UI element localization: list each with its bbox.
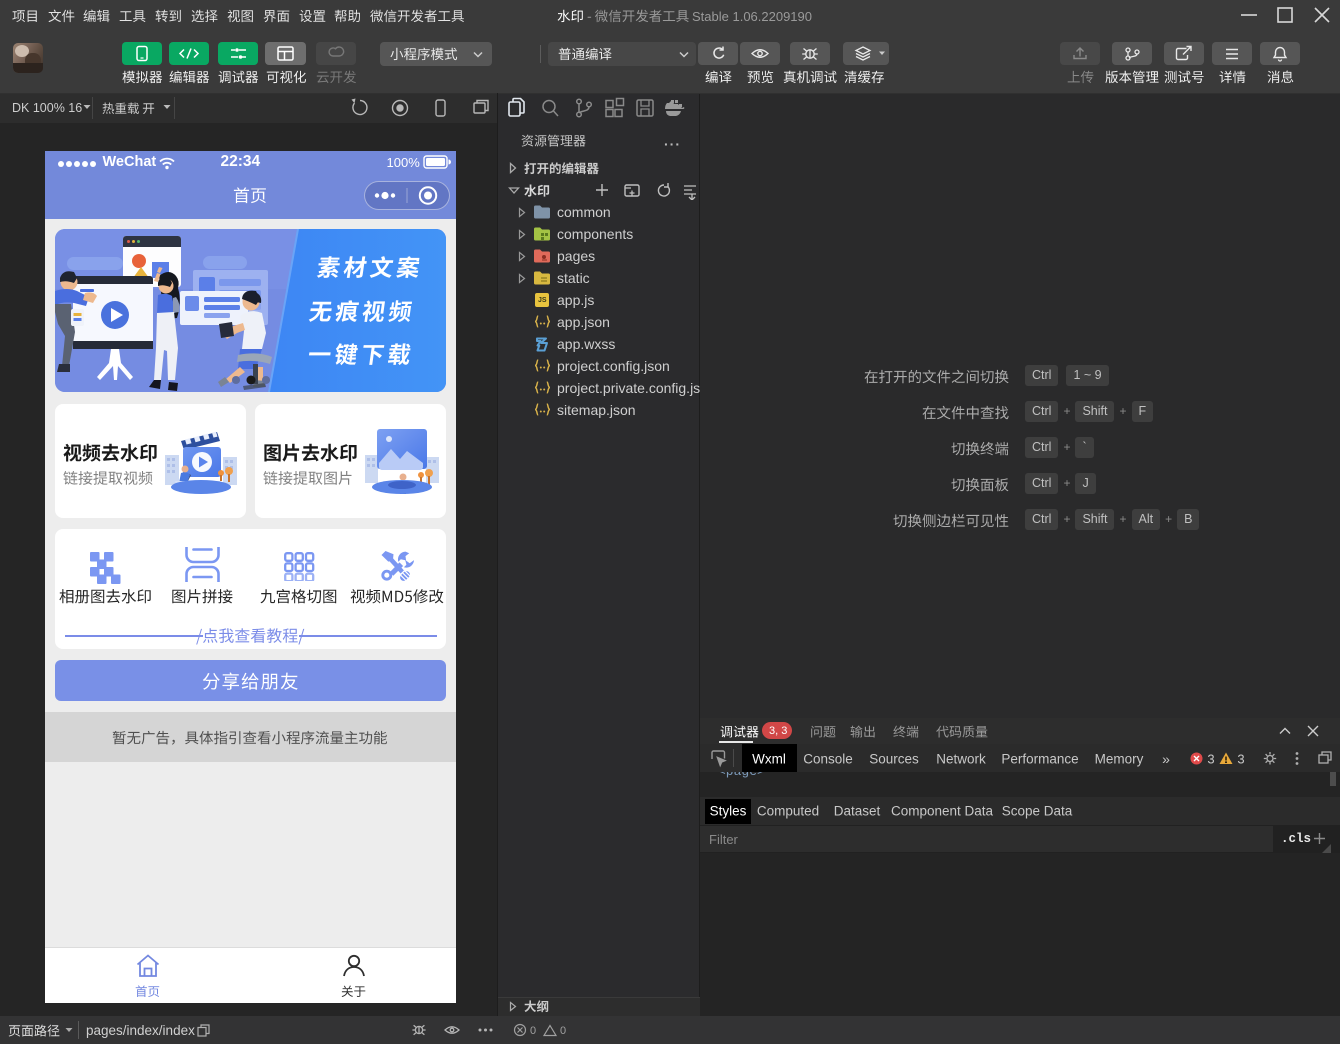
svg-text:0: 0 xyxy=(560,1025,566,1037)
svg-text:0: 0 xyxy=(530,1025,536,1037)
